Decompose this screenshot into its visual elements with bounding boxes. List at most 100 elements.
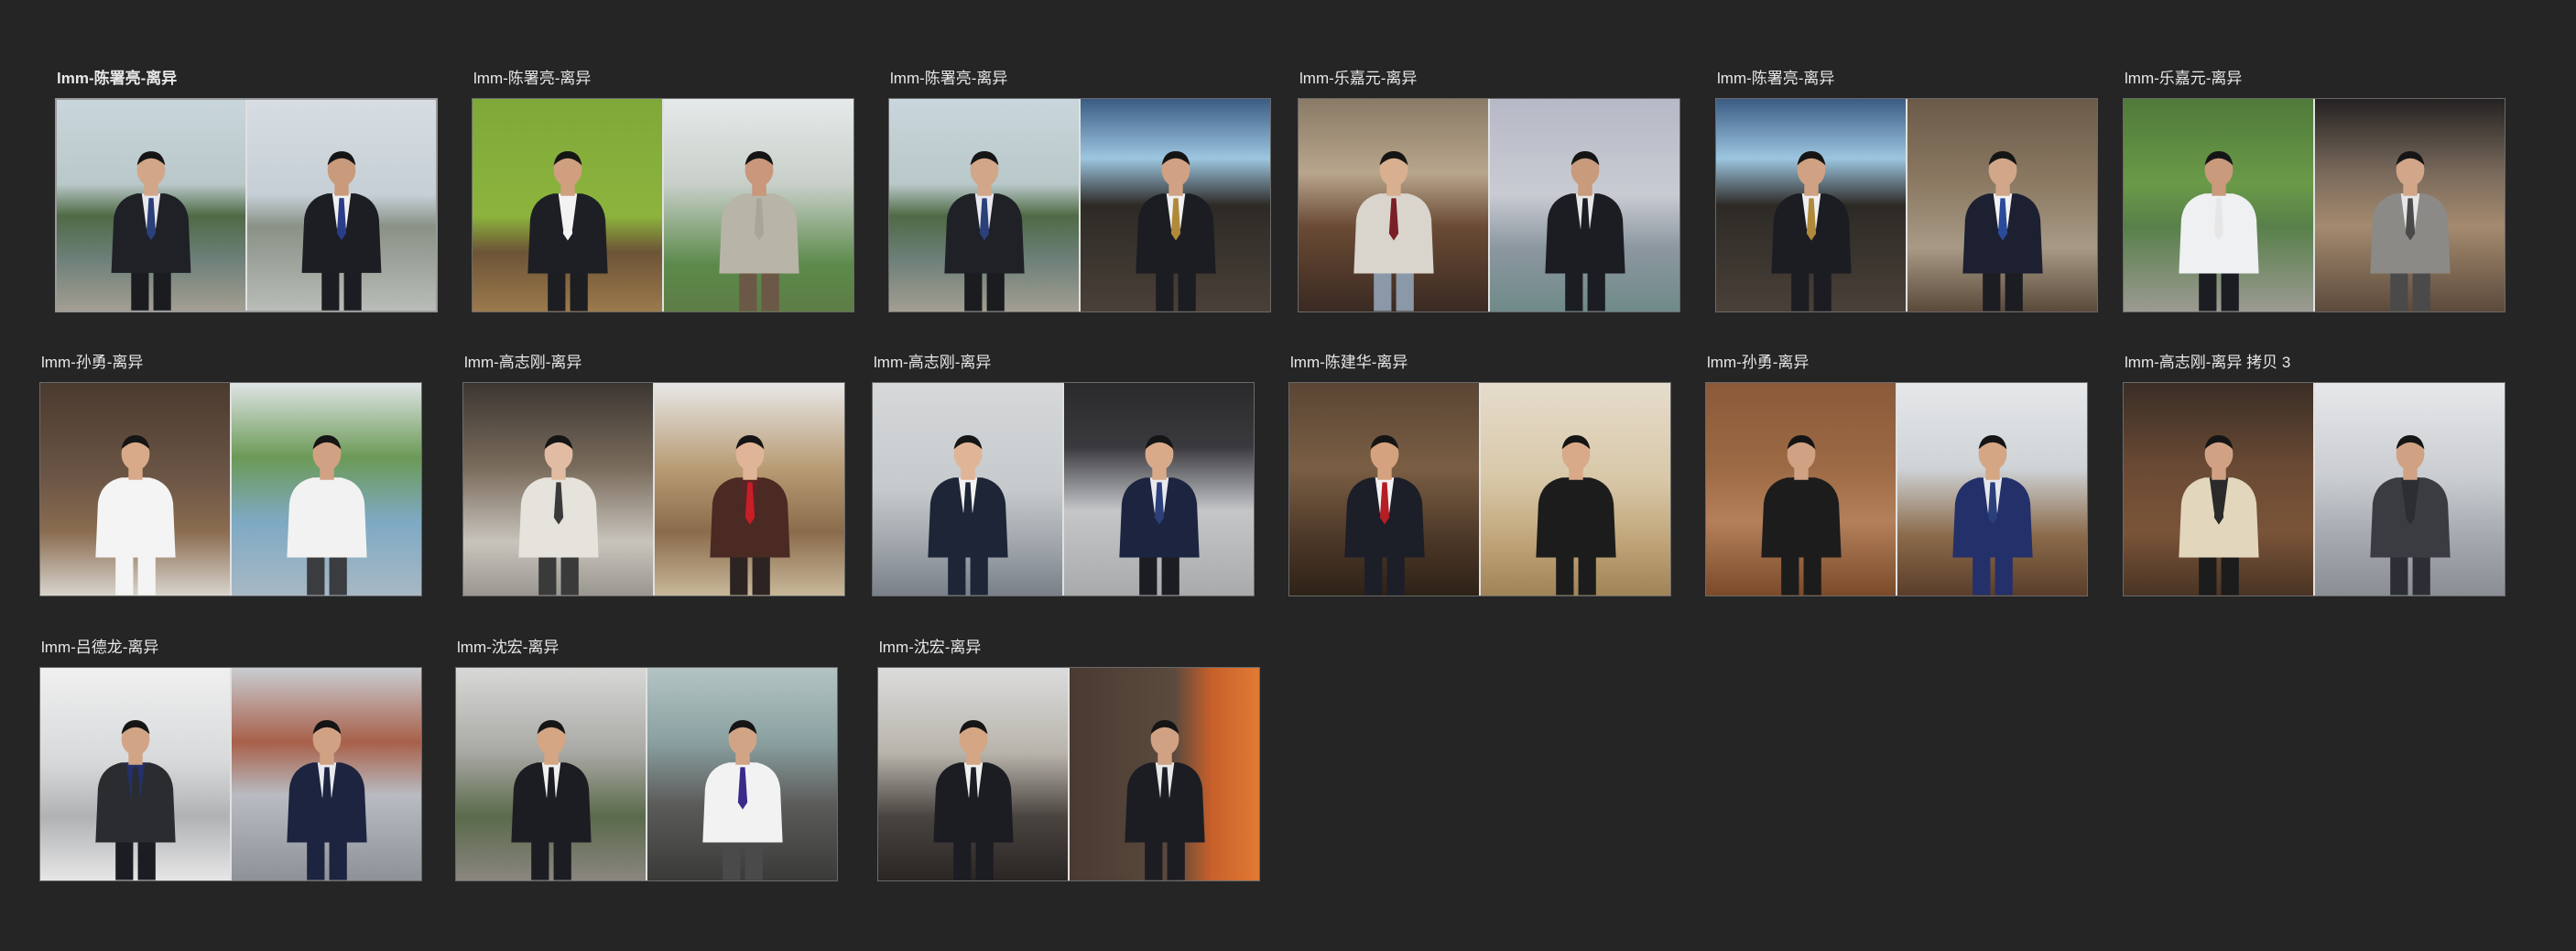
thumbnail-filename[interactable]: lmm-陈署亮-离异	[890, 67, 1007, 91]
right-photo	[1488, 99, 1679, 312]
left-photo	[456, 668, 646, 880]
person-icon	[492, 697, 609, 880]
person-icon	[1105, 697, 1223, 880]
left-photo	[1706, 383, 1896, 596]
right-photo	[1062, 383, 1254, 596]
right-photo	[662, 99, 853, 312]
person-icon	[914, 697, 1031, 880]
right-photo	[1479, 383, 1670, 596]
person-icon	[1100, 412, 1217, 596]
thumbnail-image[interactable]	[888, 98, 1271, 312]
right-photo	[2313, 383, 2505, 596]
left-photo	[1289, 383, 1479, 596]
thumbnail-image[interactable]	[472, 98, 854, 312]
thumbnail-image[interactable]	[872, 382, 1255, 596]
person-icon	[2159, 412, 2277, 596]
person-icon	[283, 129, 400, 311]
thumbnail-filename[interactable]: lmm-乐嘉元-离异	[2125, 67, 2242, 91]
thumbnail-tile[interactable]: lmm-陈建华-离异	[1288, 351, 1671, 598]
person-icon	[76, 697, 193, 880]
thumbnail-tile[interactable]: lmm-乐嘉元-离异	[2123, 67, 2505, 314]
right-photo	[230, 383, 421, 596]
person-icon	[1325, 412, 1442, 596]
left-photo	[473, 99, 662, 312]
person-icon	[508, 128, 625, 312]
thumbnail-image[interactable]	[39, 667, 422, 881]
right-photo	[230, 668, 421, 880]
person-icon	[267, 697, 385, 880]
right-photo	[653, 383, 844, 596]
person-icon	[267, 412, 385, 596]
person-icon	[683, 697, 800, 880]
person-icon	[1526, 128, 1643, 312]
thumbnail-filename[interactable]: lmm-陈署亮-离异	[473, 67, 591, 91]
thumbnail-tile[interactable]: lmm-陈署亮-离异	[472, 67, 854, 314]
left-photo	[1716, 99, 1906, 312]
left-photo	[40, 668, 230, 880]
thumbnail-image[interactable]	[1715, 98, 2098, 312]
thumbnail-filename[interactable]: lmm-吕德龙-离异	[41, 636, 158, 660]
person-icon	[908, 412, 1026, 596]
person-icon	[76, 412, 193, 596]
thumbnail-tile[interactable]: lmm-吕德龙-离异	[39, 636, 422, 883]
thumbnail-filename[interactable]: lmm-孙勇-离异	[1707, 351, 1809, 375]
thumbnail-tile[interactable]: lmm-陈署亮-离异	[55, 67, 438, 314]
person-icon	[1943, 128, 2060, 312]
thumbnail-filename[interactable]: lmm-乐嘉元-离异	[1299, 67, 1417, 91]
thumbnail-filename[interactable]: lmm-沈宏-离异	[457, 636, 559, 660]
right-photo	[2313, 99, 2505, 312]
thumbnail-filename[interactable]: lmm-高志刚-离异	[874, 351, 991, 375]
thumbnail-tile[interactable]: lmm-高志刚-离异	[872, 351, 1255, 598]
left-photo	[463, 383, 653, 596]
thumbnail-tile[interactable]: lmm-沈宏-离异	[455, 636, 838, 883]
person-icon	[1752, 128, 1869, 312]
person-icon	[925, 128, 1042, 312]
thumbnail-filename[interactable]: lmm-陈署亮-离异	[1717, 67, 1834, 91]
left-photo	[2124, 99, 2313, 312]
thumbnail-tile[interactable]: lmm-高志刚-离异	[462, 351, 845, 598]
thumbnail-image[interactable]	[39, 382, 422, 596]
right-photo	[1068, 668, 1259, 880]
thumbnail-image[interactable]	[2123, 98, 2505, 312]
person-icon	[2351, 412, 2468, 596]
thumbnail-image[interactable]	[1705, 382, 2088, 596]
thumbnail-tile[interactable]: lmm-陈署亮-离异	[888, 67, 1271, 314]
thumbnail-image[interactable]	[55, 98, 438, 312]
thumbnail-filename[interactable]: lmm-沈宏-离异	[879, 636, 981, 660]
right-photo	[646, 668, 837, 880]
person-icon	[499, 412, 616, 596]
right-photo	[245, 100, 436, 311]
person-icon	[1334, 128, 1451, 312]
person-icon	[1516, 412, 1634, 596]
thumbnail-filename[interactable]: lmm-陈署亮-离异	[57, 67, 177, 91]
person-icon	[92, 129, 210, 311]
thumbnail-tile[interactable]: lmm-孙勇-离异	[1705, 351, 2088, 598]
thumbnail-image[interactable]	[2123, 382, 2505, 596]
thumbnail-filename[interactable]: lmm-孙勇-离异	[41, 351, 143, 375]
thumbnail-image[interactable]	[1288, 382, 1671, 596]
thumbnail-tile[interactable]: lmm-孙勇-离异	[39, 351, 422, 598]
thumbnail-tile[interactable]: lmm-沈宏-离异	[877, 636, 1260, 883]
thumbnail-image[interactable]	[462, 382, 845, 596]
left-photo	[889, 99, 1079, 312]
right-photo	[1906, 99, 2097, 312]
thumbnail-filename[interactable]: lmm-高志刚-离异	[464, 351, 582, 375]
left-photo	[1299, 99, 1488, 312]
thumbnail-image[interactable]	[877, 667, 1260, 881]
right-photo	[1896, 383, 2087, 596]
thumbnail-tile[interactable]: lmm-乐嘉元-离异	[1298, 67, 1680, 314]
thumbnail-image[interactable]	[1298, 98, 1680, 312]
left-photo	[873, 383, 1062, 596]
person-icon	[1742, 412, 1859, 596]
thumbnail-tile[interactable]: lmm-陈署亮-离异	[1715, 67, 2098, 314]
person-icon	[1116, 128, 1234, 312]
thumbnail-image[interactable]	[455, 667, 838, 881]
left-photo	[57, 100, 245, 311]
thumbnail-filename[interactable]: lmm-高志刚-离异 拷贝 3	[2125, 351, 2290, 375]
person-icon	[2351, 128, 2468, 312]
left-photo	[878, 668, 1068, 880]
thumbnail-tile[interactable]: lmm-高志刚-离异 拷贝 3	[2123, 351, 2505, 598]
thumbnail-filename[interactable]: lmm-陈建华-离异	[1290, 351, 1408, 375]
person-icon	[690, 412, 808, 596]
person-icon	[1933, 412, 2050, 596]
